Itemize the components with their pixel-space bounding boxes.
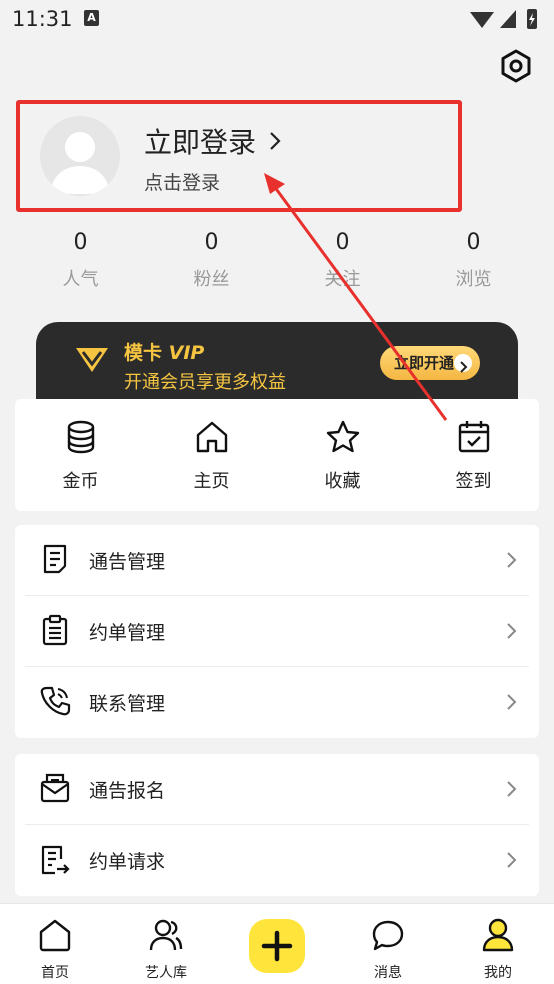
vip-title-vip: VIP xyxy=(168,342,205,364)
stat-value: 0 xyxy=(466,230,481,255)
add-button[interactable] xyxy=(249,919,305,973)
stat-label: 浏览 xyxy=(455,269,492,290)
menu-item-order-manage[interactable]: 约单管理 xyxy=(15,596,539,667)
people-icon xyxy=(149,919,183,951)
list-export-icon xyxy=(41,845,70,875)
vip-subtitle: 开通会员享更多权益 xyxy=(124,372,286,393)
stat-fans[interactable]: 0 粉丝 xyxy=(146,224,277,291)
stat-value: 0 xyxy=(335,230,350,255)
quick-home[interactable]: 主页 xyxy=(146,419,277,493)
tab-home[interactable]: 首页 xyxy=(10,918,100,982)
menu-item-announcement-manage[interactable]: 通告管理 xyxy=(15,525,539,596)
menu-item-order-request[interactable]: 约单请求 xyxy=(15,825,539,896)
highlight-box xyxy=(16,100,462,212)
status-bar: 11:31 A xyxy=(0,0,554,38)
quick-actions: 金币 主页 收藏 签到 xyxy=(15,399,539,511)
chevron-right-icon xyxy=(507,852,517,868)
status-time: 11:31 xyxy=(12,7,73,31)
chevron-right-icon xyxy=(507,552,517,568)
quick-favorites[interactable]: 收藏 xyxy=(277,419,408,493)
stat-popularity[interactable]: 0 人气 xyxy=(15,224,146,291)
stat-label: 关注 xyxy=(324,269,361,290)
menu-label: 约单请求 xyxy=(89,851,166,873)
stat-value: 0 xyxy=(204,230,219,255)
menu-label: 通告管理 xyxy=(89,551,166,573)
calendar-check-icon xyxy=(458,421,489,453)
vip-open-label: 立即开通 xyxy=(394,354,455,372)
stat-label: 粉丝 xyxy=(193,269,230,290)
mail-icon xyxy=(40,773,70,803)
stat-following[interactable]: 0 关注 xyxy=(277,224,408,291)
vip-title: 模卡 VIP xyxy=(124,338,204,365)
menu-card-management: 通告管理 约单管理 联系管理 xyxy=(15,525,539,738)
stat-value: 0 xyxy=(73,230,88,255)
plus-icon xyxy=(261,930,293,962)
quick-label: 签到 xyxy=(455,471,492,492)
tab-label: 消息 xyxy=(374,965,402,981)
quick-label: 金币 xyxy=(62,471,99,492)
chevron-right-icon xyxy=(507,694,517,710)
phone-icon xyxy=(40,686,71,716)
tab-messages[interactable]: 消息 xyxy=(343,918,433,982)
chevron-right-icon xyxy=(507,623,517,639)
tab-artists[interactable]: 艺人库 xyxy=(121,918,211,982)
stat-label: 人气 xyxy=(62,269,99,290)
quick-checkin[interactable]: 签到 xyxy=(408,419,539,493)
menu-card-requests: 通告报名 约单请求 xyxy=(15,754,539,896)
status-icons xyxy=(470,9,537,29)
vip-open-button[interactable]: 立即开通 xyxy=(380,346,480,380)
menu-item-announcement-signup[interactable]: 通告报名 xyxy=(15,754,539,825)
chevron-right-circle-icon xyxy=(454,354,472,373)
bottom-tab-bar: 首页 艺人库 消息 我的 xyxy=(0,903,554,984)
clipboard-icon xyxy=(42,614,68,646)
menu-item-contact-manage[interactable]: 联系管理 xyxy=(15,667,539,738)
menu-label: 通告报名 xyxy=(89,780,166,802)
person-icon xyxy=(482,918,514,952)
menu-label: 约单管理 xyxy=(89,622,166,644)
menu-label: 联系管理 xyxy=(89,693,166,715)
stat-views[interactable]: 0 浏览 xyxy=(408,224,539,291)
quick-label: 收藏 xyxy=(324,471,361,492)
home-icon xyxy=(196,421,227,453)
chat-icon xyxy=(372,920,404,951)
chevron-right-icon xyxy=(507,781,517,797)
coins-icon xyxy=(67,420,94,454)
tab-mine[interactable]: 我的 xyxy=(453,918,543,982)
document-icon xyxy=(43,544,67,574)
star-icon xyxy=(326,420,359,453)
quick-coins[interactable]: 金币 xyxy=(15,419,146,493)
vip-title-prefix: 模卡 xyxy=(124,342,163,364)
notification-a-icon: A xyxy=(84,10,99,26)
tab-label: 首页 xyxy=(41,965,69,981)
tab-label: 艺人库 xyxy=(145,965,187,981)
home-tab-icon xyxy=(39,919,71,952)
quick-label: 主页 xyxy=(193,471,230,492)
settings-gear-icon[interactable] xyxy=(498,48,534,84)
stats-row: 0 人气 0 粉丝 0 关注 0 浏览 xyxy=(15,224,539,294)
vip-diamond-icon xyxy=(76,348,108,372)
tab-label: 我的 xyxy=(484,965,512,981)
